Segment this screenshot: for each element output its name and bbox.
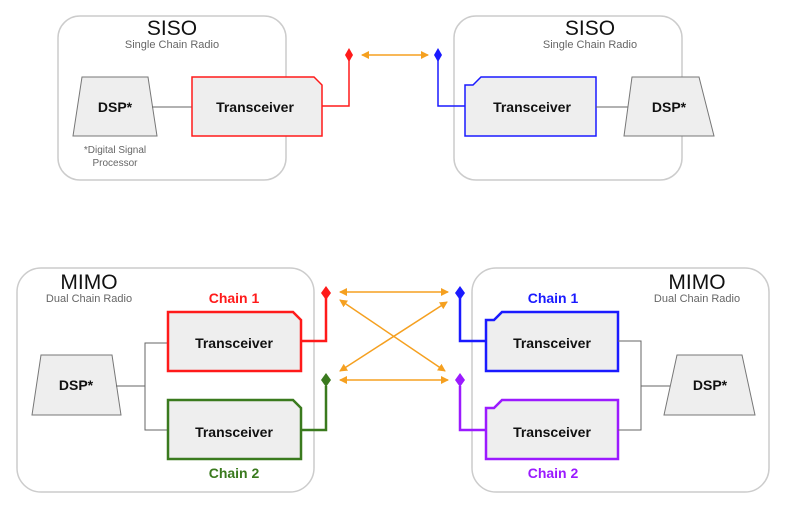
antenna-icon xyxy=(321,373,331,387)
chain1-label: Chain 1 xyxy=(528,290,579,306)
siso-mimo-diagram: SISO Single Chain Radio DSP* *Digital Si… xyxy=(16,15,770,493)
siso-left-panel: SISO Single Chain Radio DSP* *Digital Si… xyxy=(57,15,323,181)
antenna-icon xyxy=(434,48,442,62)
panel-subtitle: Dual Chain Radio xyxy=(654,293,740,305)
panel-subtitle: Single Chain Radio xyxy=(543,39,637,51)
dsp-label: DSP* xyxy=(98,99,133,115)
antenna-icon xyxy=(345,48,353,62)
transceiver1-label: Transceiver xyxy=(513,335,591,351)
panel-title: SISO xyxy=(565,17,615,40)
antenna-icon xyxy=(321,286,331,300)
transceiver2-label: Transceiver xyxy=(513,424,591,440)
antenna-icon xyxy=(455,373,465,387)
transceiver-label: Transceiver xyxy=(493,99,571,115)
dsp-label: DSP* xyxy=(652,99,687,115)
antenna-feed-red xyxy=(322,57,350,107)
siso-right-panel: SISO Single Chain Radio Transceiver DSP* xyxy=(453,15,715,181)
panel-title: MIMO xyxy=(668,271,725,294)
footnote-line2: Processor xyxy=(92,158,138,169)
transceiver2-label: Transceiver xyxy=(195,424,273,440)
mimo-left-panel: MIMO Dual Chain Radio DSP* Chain 1 Trans… xyxy=(16,267,315,493)
chain1-label: Chain 1 xyxy=(209,290,260,306)
dsp-label: DSP* xyxy=(693,377,728,393)
panel-title: SISO xyxy=(147,17,197,40)
transceiver1-label: Transceiver xyxy=(195,335,273,351)
panel-title: MIMO xyxy=(60,271,117,294)
chain2-label: Chain 2 xyxy=(528,465,579,481)
transceiver-label: Transceiver xyxy=(216,99,294,115)
panel-subtitle: Dual Chain Radio xyxy=(46,293,132,305)
footnote-line1: *Digital Signal xyxy=(84,145,146,156)
dsp-label: DSP* xyxy=(59,377,94,393)
antenna-icon xyxy=(455,286,465,300)
chain2-label: Chain 2 xyxy=(209,465,260,481)
mimo-right-panel: MIMO Dual Chain Radio Chain 1 Transceive… xyxy=(471,267,770,493)
panel-subtitle: Single Chain Radio xyxy=(125,39,219,51)
